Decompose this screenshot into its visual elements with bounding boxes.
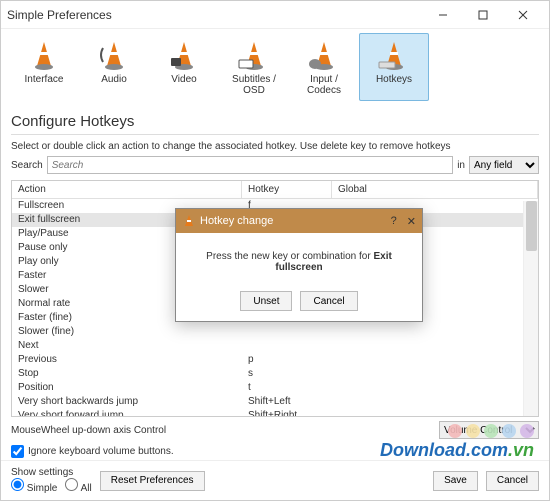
mousewheel-select[interactable]: Volume Control xyxy=(439,421,539,439)
tab-subtitles[interactable]: Subtitles / OSD xyxy=(219,33,289,101)
instruction-text: Select or double click an action to chan… xyxy=(1,141,549,156)
search-input[interactable] xyxy=(47,156,454,174)
cell-global xyxy=(332,325,538,339)
cell-global xyxy=(332,395,538,409)
cell-action: Previous xyxy=(12,353,242,367)
tab-audio[interactable]: Audio xyxy=(79,33,149,101)
unset-button[interactable]: Unset xyxy=(240,291,292,311)
maximize-button[interactable] xyxy=(463,1,503,29)
ignore-kb-label: Ignore keyboard volume buttons. xyxy=(28,446,174,457)
radio-all[interactable]: All xyxy=(65,478,91,494)
reset-button[interactable]: Reset Preferences xyxy=(100,471,205,491)
dialog-cancel-button[interactable]: Cancel xyxy=(300,291,357,311)
window-title: Simple Preferences xyxy=(7,8,423,22)
table-row[interactable]: Positiont xyxy=(12,381,538,395)
mousewheel-row: MouseWheel up-down axis Control Volume C… xyxy=(1,417,549,443)
divider xyxy=(11,134,539,135)
cell-hotkey: t xyxy=(242,381,332,395)
tab-input-codecs[interactable]: Input / Codecs xyxy=(289,33,359,101)
bottom-bar: Show settings Simple All Reset Preferenc… xyxy=(1,460,549,500)
category-tabs: Interface Audio Video Subtitles / OSD In… xyxy=(1,29,549,105)
dialog-message: Press the new key or combination for Exi… xyxy=(176,233,422,283)
col-action[interactable]: Action xyxy=(12,181,242,198)
cell-global xyxy=(332,353,538,367)
cell-hotkey: Shift+Left xyxy=(242,395,332,409)
cell-global xyxy=(332,409,538,417)
table-row[interactable]: Slower (fine) xyxy=(12,325,538,339)
cell-global xyxy=(332,381,538,395)
show-settings-label: Show settings xyxy=(11,467,92,478)
search-row: Search in Any field xyxy=(1,156,549,180)
cell-action: Slower (fine) xyxy=(12,325,242,339)
cell-action: Stop xyxy=(12,367,242,381)
table-row[interactable]: Next xyxy=(12,339,538,353)
cancel-button[interactable]: Cancel xyxy=(486,471,539,491)
dialog-titlebar: Hotkey change ? ✕ xyxy=(176,209,422,233)
show-settings-radios: Simple All xyxy=(11,478,92,494)
titlebar: Simple Preferences xyxy=(1,1,549,29)
table-header: Action Hotkey Global xyxy=(12,181,538,199)
table-row[interactable]: Previousp xyxy=(12,353,538,367)
radio-simple[interactable]: Simple xyxy=(11,478,57,494)
vlc-icon xyxy=(182,214,196,228)
dialog-help-button[interactable]: ? xyxy=(391,215,397,228)
cell-action: Very short forward jump xyxy=(12,409,242,417)
cell-hotkey xyxy=(242,339,332,353)
dialog-actions: Unset Cancel xyxy=(176,283,422,321)
cell-action: Next xyxy=(12,339,242,353)
table-row[interactable]: Very short forward jumpShift+Right xyxy=(12,409,538,417)
minimize-button[interactable] xyxy=(423,1,463,29)
ignore-kb-checkbox[interactable] xyxy=(11,445,24,458)
cell-hotkey xyxy=(242,325,332,339)
search-in-label: in xyxy=(457,160,465,171)
cell-hotkey: s xyxy=(242,367,332,381)
mousewheel-label: MouseWheel up-down axis Control xyxy=(11,425,166,436)
col-global[interactable]: Global xyxy=(332,181,538,198)
cell-hotkey: Shift+Right xyxy=(242,409,332,417)
search-scope-select[interactable]: Any field xyxy=(469,156,539,174)
cell-global xyxy=(332,367,538,381)
search-label: Search xyxy=(11,160,43,171)
ignore-kb-row: Ignore keyboard volume buttons. xyxy=(1,443,549,460)
close-button[interactable] xyxy=(503,1,543,29)
cell-global xyxy=(332,339,538,353)
tab-interface[interactable]: Interface xyxy=(9,33,79,101)
tab-hotkeys[interactable]: Hotkeys xyxy=(359,33,429,101)
section-title: Configure Hotkeys xyxy=(1,105,549,134)
scrollbar-thumb[interactable] xyxy=(526,201,537,251)
tab-video[interactable]: Video xyxy=(149,33,219,101)
save-button[interactable]: Save xyxy=(433,471,478,491)
cell-hotkey: p xyxy=(242,353,332,367)
cell-action: Very short backwards jump xyxy=(12,395,242,409)
hotkey-change-dialog: Hotkey change ? ✕ Press the new key or c… xyxy=(175,208,423,322)
scrollbar[interactable] xyxy=(523,201,538,416)
window-controls xyxy=(423,1,543,29)
col-hotkey[interactable]: Hotkey xyxy=(242,181,332,198)
cell-action: Position xyxy=(12,381,242,395)
table-row[interactable]: Very short backwards jumpShift+Left xyxy=(12,395,538,409)
dialog-close-button[interactable]: ✕ xyxy=(407,215,416,228)
dialog-title-text: Hotkey change xyxy=(200,215,273,227)
table-row[interactable]: Stops xyxy=(12,367,538,381)
